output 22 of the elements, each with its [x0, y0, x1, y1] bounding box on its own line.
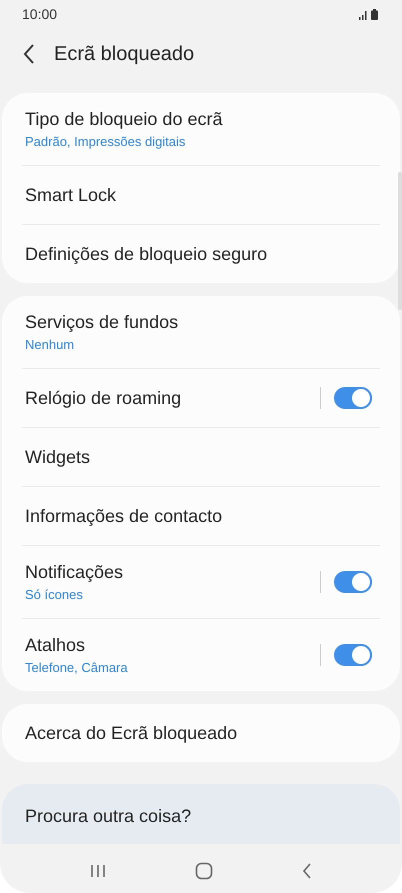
settings-item[interactable]: Informações de contacto — [2, 487, 400, 545]
settings-item[interactable]: Definições de bloqueio seguro — [2, 225, 400, 283]
page-title: Ecrã bloqueado — [54, 42, 194, 66]
chevron-left-icon — [22, 43, 36, 65]
toggle-switch[interactable] — [334, 387, 372, 409]
toggle-switch[interactable] — [334, 644, 372, 666]
three-bars-icon — [90, 864, 106, 878]
suggestion-title: Procura outra coisa? — [25, 805, 192, 827]
settings-item[interactable]: Atalhos Telefone, Câmara — [2, 619, 400, 691]
settings-item[interactable]: Notificações Só ícones — [2, 546, 400, 618]
settings-item[interactable]: Tipo de bloqueio do ecrã Padrão, Impressões digitais — [2, 93, 400, 165]
status-time: 10:00 — [22, 6, 58, 22]
settings-item[interactable]: Relógio de roaming — [2, 369, 400, 427]
settings-item[interactable]: Smart Lock — [2, 166, 400, 224]
chevron-left-icon — [302, 862, 312, 878]
rounded-square-icon — [194, 862, 213, 880]
settings-item[interactable]: Widgets — [2, 428, 400, 486]
settings-item[interactable]: Serviços de fundos Nenhum — [2, 296, 400, 368]
battery-icon — [371, 8, 378, 20]
settings-item[interactable]: Acerca do Ecrã bloqueado — [2, 704, 400, 762]
toggle-switch[interactable] — [334, 571, 372, 593]
signal-icon — [359, 10, 368, 20]
